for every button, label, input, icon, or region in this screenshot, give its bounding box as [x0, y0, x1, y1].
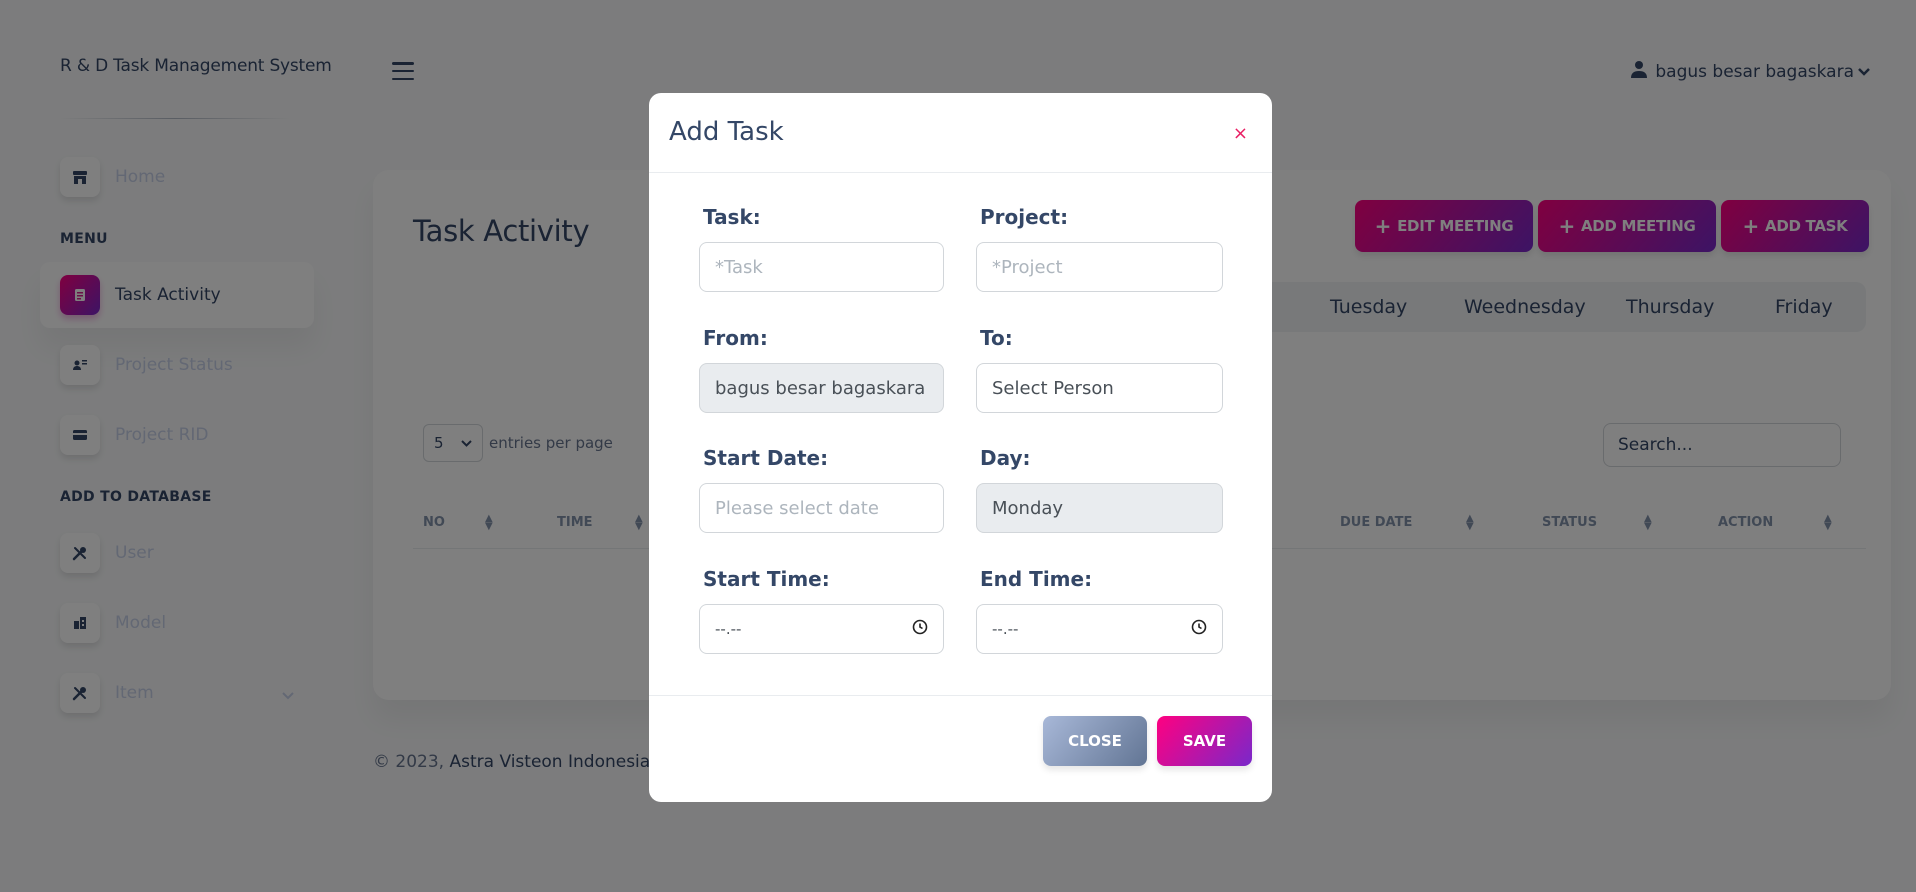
project-input[interactable]: *Project [976, 242, 1223, 292]
clock-icon[interactable] [1191, 619, 1207, 639]
to-label: To: [980, 326, 1013, 350]
end-time-input[interactable]: --.-- [976, 604, 1223, 654]
project-label: Project: [980, 205, 1069, 229]
end-time-value: --.-- [992, 620, 1019, 638]
start-date-label: Start Date: [703, 446, 829, 470]
modal-title: Add Task [669, 117, 784, 147]
modal-footer-divider [649, 695, 1272, 696]
to-select[interactable]: Select Person [976, 363, 1223, 413]
clock-icon[interactable] [912, 619, 928, 639]
start-time-input[interactable]: --.-- [699, 604, 944, 654]
modal-header: Add Task × [649, 93, 1272, 173]
start-date-input[interactable]: Please select date [699, 483, 944, 533]
add-task-modal: Add Task × Task: *Task Project: *Project… [649, 93, 1272, 802]
close-button[interactable]: CLOSE [1043, 716, 1147, 766]
start-time-value: --.-- [715, 620, 742, 638]
end-time-label: End Time: [980, 567, 1093, 591]
day-field: Monday [976, 483, 1223, 533]
day-label: Day: [980, 446, 1031, 470]
from-field: bagus besar bagaskara [699, 363, 944, 413]
task-label: Task: [703, 205, 761, 229]
from-label: From: [703, 326, 768, 350]
close-icon[interactable]: × [1233, 125, 1248, 143]
task-input[interactable]: *Task [699, 242, 944, 292]
start-time-label: Start Time: [703, 567, 830, 591]
save-button[interactable]: SAVE [1157, 716, 1252, 766]
